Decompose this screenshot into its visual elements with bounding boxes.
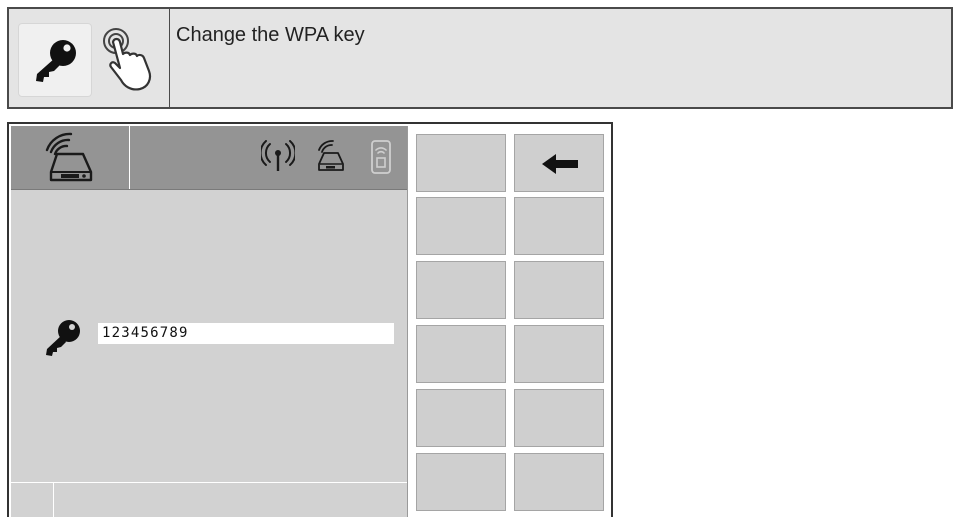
bottom-divider-tick [53, 482, 54, 517]
softkey-empty[interactable] [416, 261, 506, 319]
softkey-empty[interactable] [416, 325, 506, 383]
terminal-screen: 123456789 [7, 122, 613, 517]
modem-small-icon [318, 140, 344, 171]
instruction-header: Change the WPA key [7, 7, 953, 109]
tap-hand-icon [103, 28, 152, 91]
antenna-icon [261, 140, 295, 171]
softkey-empty[interactable] [416, 197, 506, 255]
softkey-empty[interactable] [416, 453, 506, 511]
instruction-text: Change the WPA key [176, 24, 365, 46]
softkey-empty[interactable] [514, 261, 604, 319]
key-icon [36, 40, 76, 82]
wpa-key-input[interactable]: 123456789 [98, 323, 394, 344]
instruction-icons [9, 9, 170, 107]
softkey-empty[interactable] [514, 197, 604, 255]
back-button[interactable] [514, 134, 604, 192]
wpa-key-pane: 123456789 [11, 126, 408, 517]
phone-wifi-icon [371, 140, 391, 174]
key-icon [46, 320, 80, 356]
softkey-empty[interactable] [514, 389, 604, 447]
key-button[interactable] [18, 23, 92, 97]
softkey-empty[interactable] [416, 389, 506, 447]
status-bar [11, 126, 407, 190]
bottom-divider [11, 482, 407, 483]
softkey-empty[interactable] [514, 453, 604, 511]
status-divider [129, 126, 130, 189]
modem-wifi-icon [45, 132, 93, 182]
softkey-empty[interactable] [514, 325, 604, 383]
arrow-left-icon [542, 154, 578, 174]
softkey-empty[interactable] [416, 134, 506, 192]
